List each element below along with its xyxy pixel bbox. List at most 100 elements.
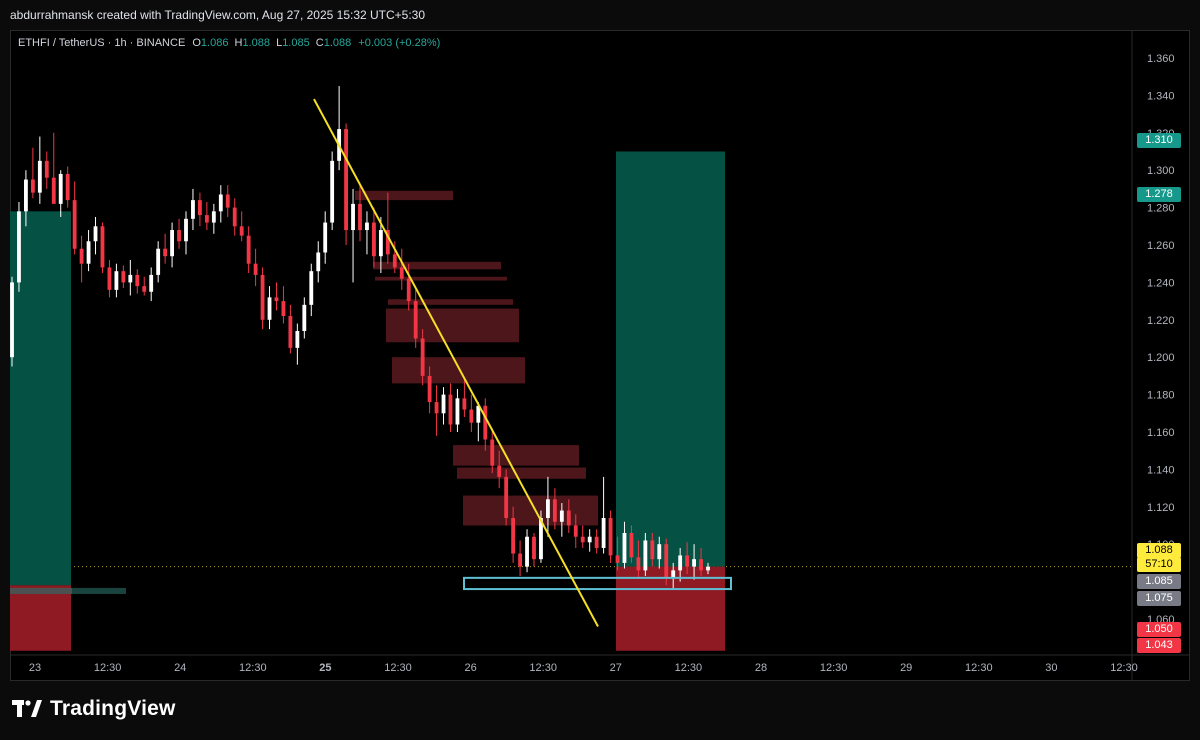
candle-body	[392, 254, 397, 268]
candle-body	[274, 297, 279, 302]
candle-body	[107, 267, 112, 290]
candle-body	[65, 173, 70, 201]
candle-body	[30, 179, 35, 193]
y-tick-label: 1.360	[1147, 53, 1175, 65]
candle-body	[358, 203, 362, 231]
candle-body	[351, 203, 355, 231]
chart-svg[interactable]: 1.3601.3401.3201.3001.2801.2601.2401.220…	[0, 0, 1200, 681]
candle-body	[497, 465, 502, 477]
sl-price-label: 1.050	[1137, 622, 1181, 637]
candle-body	[685, 555, 690, 567]
candle-body	[253, 263, 258, 275]
candle-body	[302, 304, 307, 332]
candle-body	[587, 536, 592, 543]
candle-body	[699, 559, 703, 571]
y-tick-label: 1.180	[1147, 390, 1175, 402]
x-tick-label: 12:30	[820, 662, 848, 674]
candle-body	[365, 222, 369, 231]
x-tick-label: 29	[900, 662, 912, 674]
tradingview-logo[interactable]: TradingView	[12, 697, 176, 721]
candle-body	[191, 200, 195, 219]
countdown-label: 57:10	[1137, 557, 1181, 572]
y-tick-label: 1.200	[1147, 352, 1175, 364]
liquidity-box	[375, 276, 507, 281]
left-stop-line-gray	[10, 587, 72, 594]
candle-body	[239, 226, 244, 236]
candle-body	[93, 226, 98, 242]
candle-body	[128, 274, 133, 283]
candle-body	[218, 194, 223, 212]
symbol-label[interactable]: ETHFI / TetherUS · 1h · BINANCE	[18, 37, 185, 49]
candle-body	[650, 540, 655, 560]
candle-body	[511, 518, 516, 554]
candle-body	[72, 200, 77, 249]
left-sl-zone	[10, 585, 71, 651]
open-value: 1.086	[200, 37, 229, 49]
y-tick-label: 1.120	[1147, 502, 1175, 514]
tp-price-label: 1.310	[1137, 133, 1181, 148]
candle-body	[532, 536, 536, 560]
change-value: +0.003 (+0.28%)	[358, 37, 441, 49]
last-price-label: 1.088	[1137, 543, 1181, 558]
candle-body	[316, 252, 321, 272]
liquidity-box	[355, 190, 453, 201]
candle-body	[448, 394, 453, 425]
liquidity-box	[388, 299, 513, 305]
candle-body	[420, 338, 425, 376]
candle-body	[37, 160, 42, 193]
x-tick-label: 26	[464, 662, 476, 674]
candle-body	[58, 173, 63, 204]
candle-body	[490, 439, 495, 466]
x-tick-label: 27	[610, 662, 622, 674]
candle-body	[281, 301, 286, 317]
x-tick-label: 12:30	[965, 662, 993, 674]
candle-body	[483, 405, 488, 440]
candle-body	[288, 316, 293, 348]
candle-body	[79, 248, 84, 264]
candle-body	[156, 248, 161, 275]
x-tick-label: 23	[29, 662, 41, 674]
candle-body	[580, 536, 585, 543]
candle-body	[44, 160, 49, 178]
candle-body	[706, 566, 710, 571]
candle-body	[406, 278, 411, 302]
tradingview-icon	[12, 700, 42, 717]
support-price-label: 1.075	[1137, 591, 1181, 606]
footer	[0, 681, 1200, 740]
candle-body	[295, 331, 300, 348]
candle-body	[518, 553, 522, 567]
candle-body	[469, 409, 474, 423]
candle-body	[525, 536, 529, 567]
x-tick-label: 12:30	[384, 662, 412, 674]
candle-body	[100, 226, 105, 268]
liquidity-box	[386, 308, 519, 343]
candle-body	[225, 194, 230, 208]
candle-body	[462, 398, 467, 410]
liquidity-box	[453, 445, 579, 466]
candle-body	[608, 518, 613, 556]
close-key: C	[315, 37, 324, 49]
liquidity-box	[392, 357, 525, 384]
candle-body	[204, 215, 209, 223]
x-tick-label: 30	[1045, 662, 1057, 674]
y-tick-label: 1.160	[1147, 427, 1175, 439]
candle-body	[163, 248, 168, 257]
candle-body	[121, 271, 126, 283]
candle-body	[184, 218, 188, 242]
y-tick-label: 1.280	[1147, 203, 1175, 215]
liquidity-box	[373, 261, 501, 270]
candle-body	[615, 555, 620, 563]
candle-body	[636, 557, 641, 571]
x-tick-label: 12:30	[529, 662, 557, 674]
candle-body	[427, 375, 432, 403]
x-tick-label: 24	[174, 662, 186, 674]
y-tick-label: 1.260	[1147, 240, 1175, 252]
candle-body	[378, 230, 383, 257]
candle-body	[552, 499, 557, 522]
tp-zone	[616, 151, 725, 567]
candle-body	[135, 274, 140, 287]
candle-body	[671, 570, 676, 578]
candle-body	[142, 286, 147, 292]
candle-body	[330, 160, 335, 223]
sl2-price-label: 1.043	[1137, 638, 1181, 653]
